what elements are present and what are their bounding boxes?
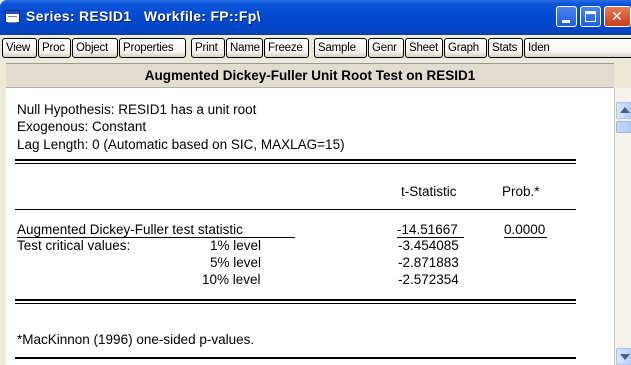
- footnote-rule: [15, 357, 576, 359]
- null-hypothesis: Null Hypothesis: RESID1 has a unit root: [17, 102, 257, 117]
- genr-button[interactable]: Genr: [368, 38, 404, 58]
- arrow-up-icon: [620, 107, 630, 113]
- table-bottom-rule: [15, 299, 576, 301]
- window-icon: [5, 10, 20, 23]
- vertical-scrollbar[interactable]: [614, 88, 631, 365]
- crit-level-10: 10% level: [202, 272, 261, 287]
- eviews-series-window: Series: RESID1 Workfile: FP::Fp\ ✕ View …: [0, 0, 631, 365]
- ident-button[interactable]: Iden: [524, 38, 631, 58]
- crit-value-1: -3.454085: [398, 238, 459, 253]
- col-header-tstat: t-Statistic: [401, 184, 457, 199]
- window-title: Series: RESID1 Workfile: FP::Fp\: [26, 8, 261, 24]
- sample-button[interactable]: Sample: [314, 38, 367, 58]
- freeze-button[interactable]: Freeze: [264, 38, 309, 58]
- output-view: Augmented Dickey-Fuller Unit Root Test o…: [6, 63, 614, 365]
- graph-button[interactable]: Graph: [444, 38, 487, 58]
- adf-prob-value: 0.0000: [504, 222, 546, 237]
- maximize-button[interactable]: [580, 6, 601, 27]
- object-button[interactable]: Object: [72, 38, 118, 58]
- crit-value-10: -2.572354: [398, 272, 459, 287]
- output-header: Augmented Dickey-Fuller Unit Root Test o…: [6, 64, 614, 88]
- adf-prob-underline: [504, 237, 547, 238]
- proc-button[interactable]: Proc: [38, 38, 71, 58]
- maximize-icon: [585, 11, 596, 22]
- close-button[interactable]: ✕: [604, 6, 631, 27]
- adf-stat-label: Augmented Dickey-Fuller test statistic: [17, 222, 243, 237]
- minimize-icon: [562, 20, 570, 23]
- toolbar: View Proc Object Properties Print Name F…: [0, 38, 631, 60]
- footnote: *MacKinnon (1996) one-sided p-values.: [17, 332, 255, 347]
- table-bottom-rule-inner: [15, 303, 576, 304]
- critical-values-label: Test critical values:: [17, 238, 131, 253]
- arrow-down-icon: [620, 354, 630, 360]
- lag-length-line: Lag Length: 0 (Automatic based on SIC, M…: [17, 137, 345, 152]
- print-button[interactable]: Print: [191, 38, 225, 58]
- table-top-rule: [15, 159, 576, 161]
- name-button[interactable]: Name: [226, 38, 263, 58]
- crit-value-5: -2.871883: [398, 255, 459, 270]
- crit-level-5: 5% level: [210, 255, 262, 270]
- table-header-rule: [15, 209, 576, 210]
- properties-button[interactable]: Properties: [119, 38, 186, 58]
- scroll-thumb[interactable]: [616, 121, 631, 133]
- scroll-up-button[interactable]: [616, 102, 631, 119]
- adf-tstat-value: -14.51667: [397, 222, 458, 237]
- crit-level-1: 1% level: [210, 238, 262, 253]
- close-icon: ✕: [611, 9, 623, 25]
- view-button[interactable]: View: [2, 38, 37, 58]
- minimize-button[interactable]: [556, 6, 577, 27]
- exogenous-line: Exogenous: Constant: [17, 119, 147, 134]
- stats-button[interactable]: Stats: [488, 38, 523, 58]
- sheet-button[interactable]: Sheet: [405, 38, 443, 58]
- col-header-prob: Prob.*: [502, 184, 540, 199]
- scroll-down-button[interactable]: [616, 348, 631, 365]
- table-top-rule-inner: [15, 163, 576, 164]
- title-bar[interactable]: Series: RESID1 Workfile: FP::Fp\ ✕: [0, 0, 631, 35]
